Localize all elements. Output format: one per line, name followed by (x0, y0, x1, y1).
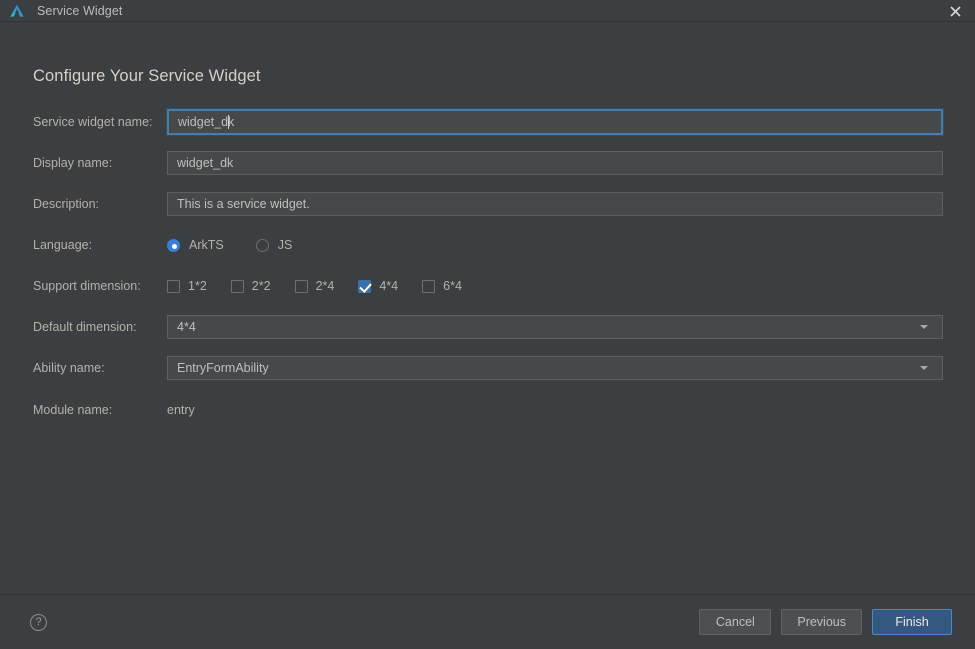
row-default-dimension: Default dimension: 4*4 (33, 315, 943, 339)
ability-name-dropdown[interactable]: EntryFormAbility (167, 356, 943, 380)
label-service-widget-name: Service widget name: (33, 115, 153, 129)
checkbox-label-2x4: 2*4 (315, 279, 335, 293)
service-widget-name-input[interactable]: widget_d k (166, 108, 944, 136)
service-widget-name-value-post: k (228, 115, 235, 129)
chevron-down-icon[interactable] (920, 325, 928, 329)
checkbox-label-6x4: 6*4 (443, 279, 462, 293)
checkbox-icon-2x4[interactable] (294, 279, 308, 293)
dialog-title: Service Widget (37, 3, 123, 18)
service-widget-name-value-pre: widget_d (178, 115, 229, 129)
row-description: Description: This is a service widget. (33, 192, 943, 216)
checkbox-icon-2x2[interactable] (230, 279, 244, 293)
display-name-value: widget_dk (177, 156, 234, 170)
previous-button[interactable]: Previous (781, 609, 862, 635)
language-radio-group: ArkTS JS (167, 238, 292, 252)
help-glyph: ? (35, 615, 42, 628)
row-display-name: Display name: widget_dk (33, 151, 943, 175)
row-module-name: Module name: entry (33, 398, 943, 422)
label-description: Description: (33, 197, 99, 211)
finish-button[interactable]: Finish (872, 609, 952, 635)
radio-icon-arkts[interactable] (167, 238, 180, 252)
checkbox-icon-6x4[interactable] (422, 279, 436, 293)
row-ability-name: Ability name: EntryFormAbility (33, 356, 943, 380)
label-support-dimension: Support dimension: (33, 279, 141, 293)
dialog-footer: ? Cancel Previous Finish (0, 594, 975, 649)
row-service-widget-name: Service widget name: widget_d k (33, 108, 944, 136)
close-icon[interactable] (935, 0, 975, 22)
ability-name-value: EntryFormAbility (177, 361, 269, 375)
help-question-icon[interactable]: ? (30, 613, 47, 631)
chevron-down-icon[interactable] (920, 366, 928, 370)
default-dimension-value: 4*4 (177, 320, 196, 334)
radio-label-js: JS (277, 238, 293, 252)
support-dimension-checkbox-group: 1*2 2*2 2*4 4*4 6*4 (167, 279, 462, 293)
checkbox-option-2x2[interactable]: 2*2 (230, 279, 271, 293)
radio-label-arkts: ArkTS (189, 238, 224, 252)
label-display-name: Display name: (33, 156, 113, 170)
description-input[interactable]: This is a service widget. (167, 192, 943, 216)
display-name-input[interactable]: widget_dk (167, 151, 943, 175)
description-value: This is a service widget. (177, 197, 310, 211)
dialog-title-bar: Service Widget (0, 0, 975, 22)
radio-option-js[interactable]: JS (255, 238, 293, 252)
label-ability-name: Ability name: (33, 361, 105, 375)
radio-option-arkts[interactable]: ArkTS (167, 238, 224, 252)
label-language: Language: (33, 238, 93, 252)
checkbox-label-1x2: 1*2 (188, 279, 207, 293)
dialog-body: Configure Your Service Widget Service wi… (0, 22, 975, 649)
checkbox-option-6x4[interactable]: 6*4 (422, 279, 462, 293)
row-support-dimension: Support dimension: 1*2 2*2 2*4 4*4 6*4 (33, 274, 943, 298)
label-default-dimension: Default dimension: (33, 320, 137, 334)
radio-icon-js[interactable] (255, 238, 269, 252)
checkbox-icon-4x4[interactable] (358, 279, 372, 293)
checkbox-option-4x4[interactable]: 4*4 (358, 279, 398, 293)
checkbox-option-2x4[interactable]: 2*4 (294, 279, 335, 293)
checkbox-label-2x2: 2*2 (251, 279, 271, 293)
label-module-name: Module name: (33, 403, 113, 417)
checkbox-icon-1x2[interactable] (167, 279, 180, 293)
cancel-button[interactable]: Cancel (699, 609, 772, 635)
row-language: Language: ArkTS JS (33, 233, 943, 257)
checkbox-label-4x4: 4*4 (379, 279, 399, 293)
service-widget-dialog: Service Widget Configure Your Service Wi… (0, 0, 975, 649)
deveco-triangle-logo-icon (10, 4, 24, 17)
checkbox-option-1x2[interactable]: 1*2 (167, 279, 207, 293)
default-dimension-dropdown[interactable]: 4*4 (167, 315, 943, 339)
module-name-value: entry (167, 403, 195, 417)
page-title: Configure Your Service Widget (33, 67, 261, 85)
